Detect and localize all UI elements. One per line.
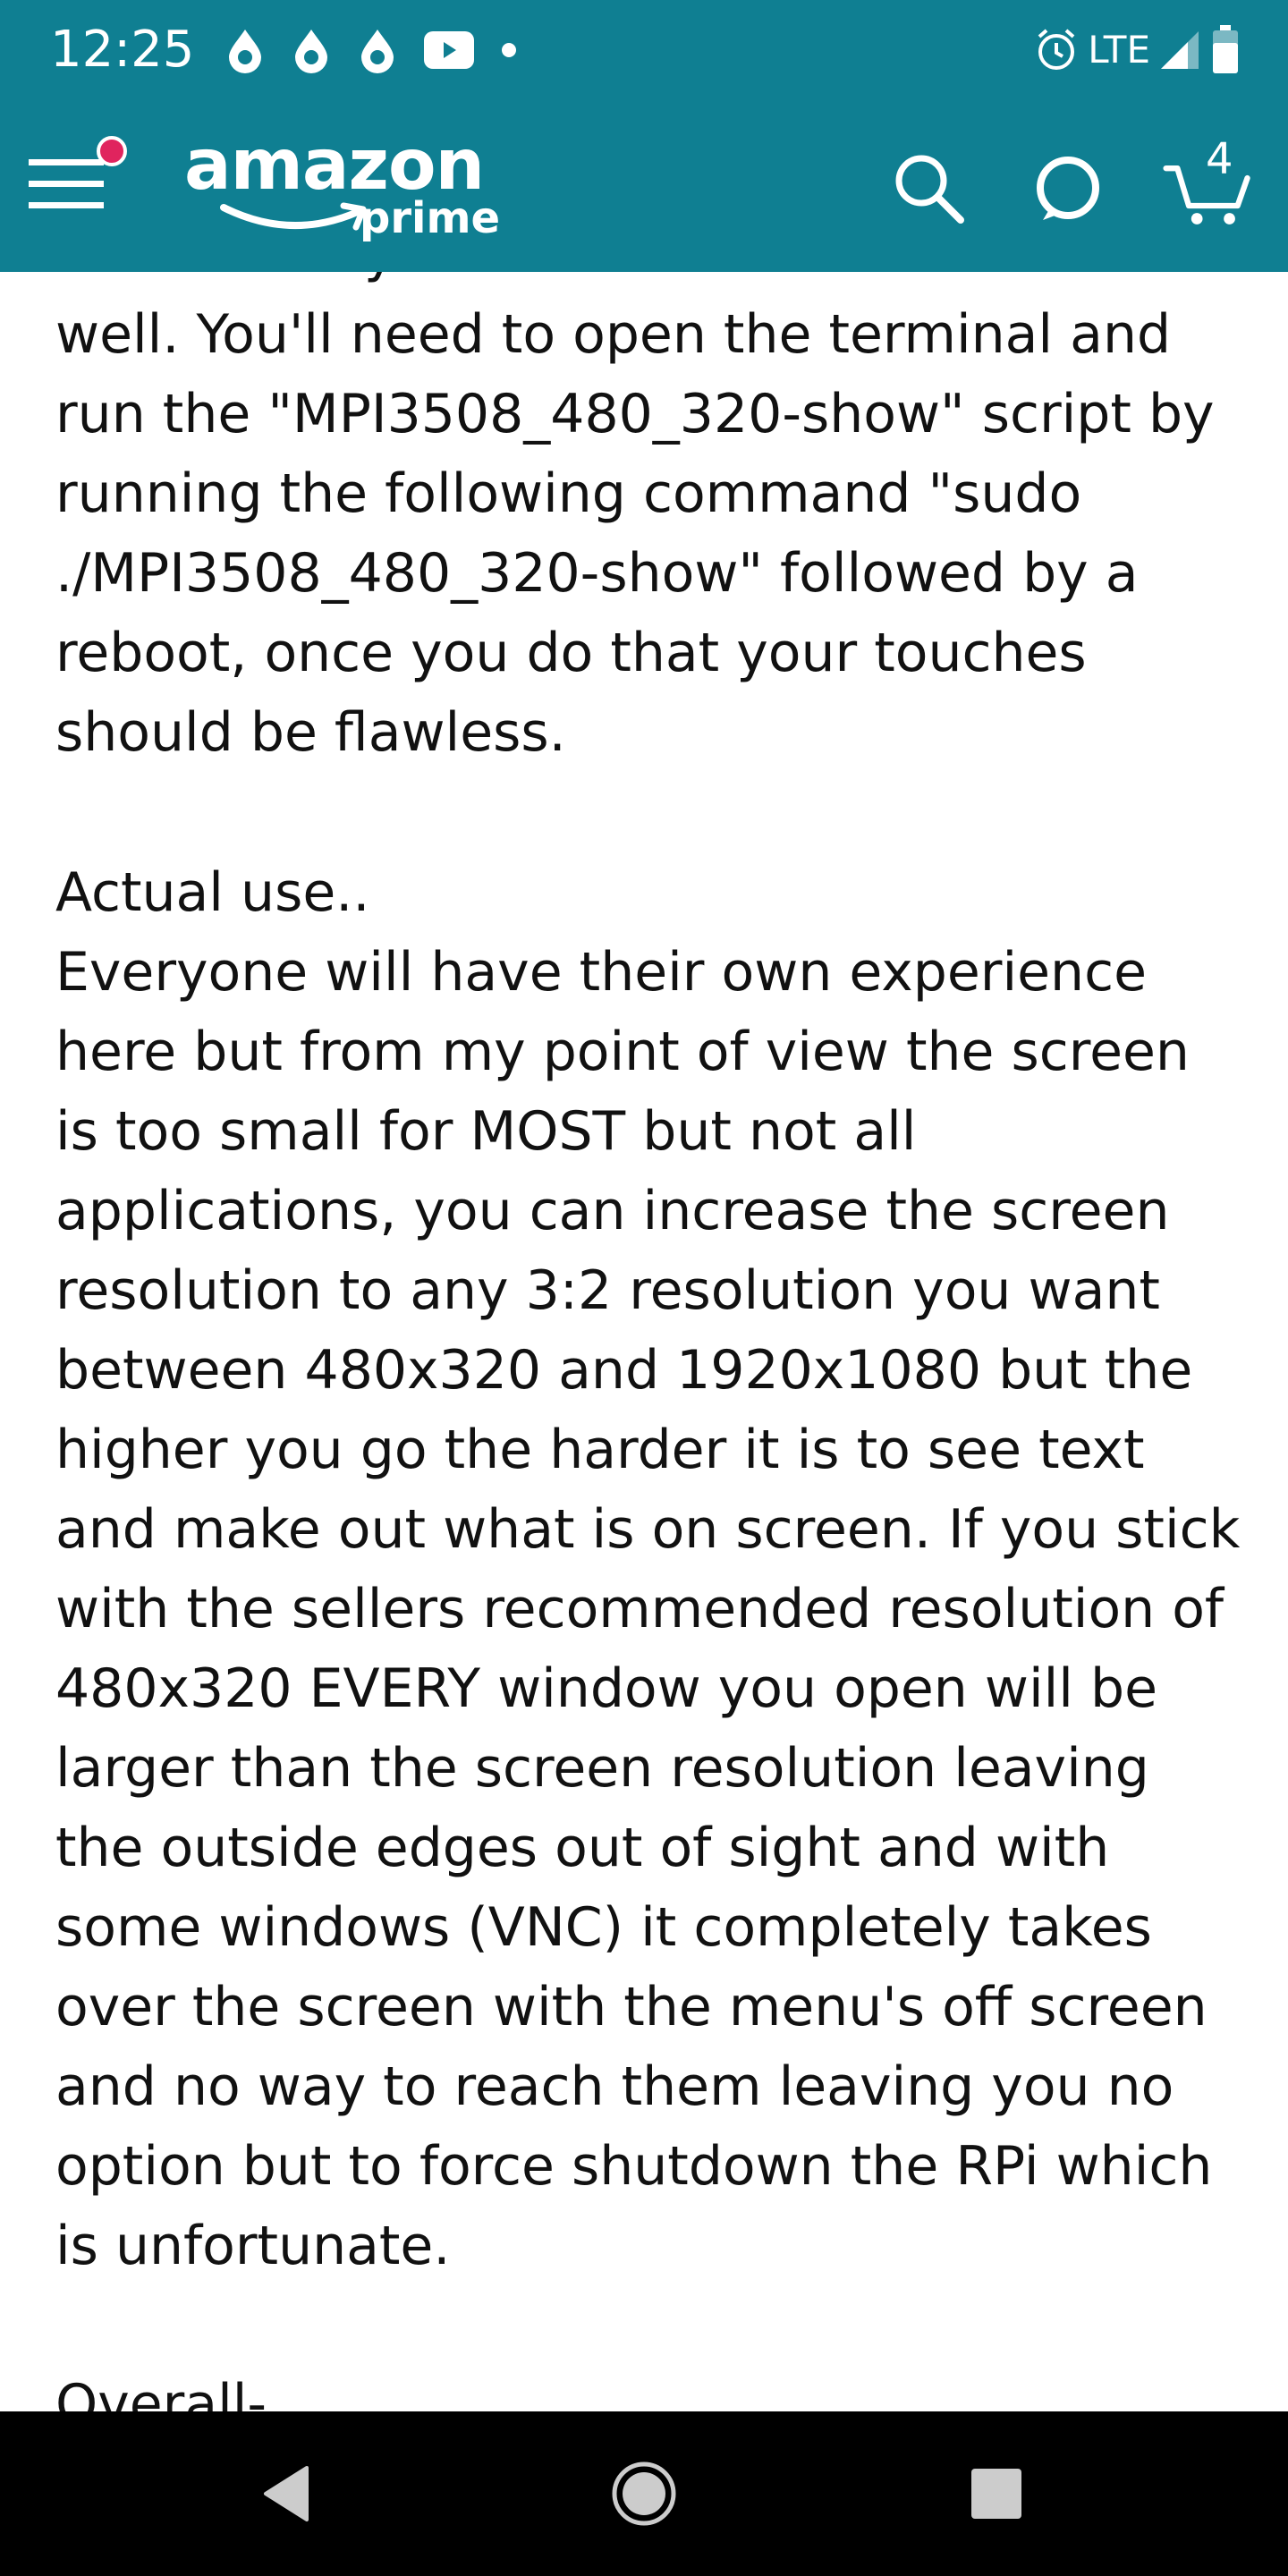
home-circle-icon — [612, 2462, 676, 2526]
smile-arrow-icon — [220, 202, 367, 231]
alexa-icon — [1037, 157, 1099, 220]
cart-count: 4 — [1206, 134, 1233, 184]
back-button[interactable] — [243, 2449, 333, 2538]
review-content[interactable]: notice that your touches are not calibra… — [0, 0, 1288, 2411]
review-actual-use-paragraph: Everyone will have their own experience … — [55, 941, 1241, 2277]
water-drop-icon — [295, 30, 327, 73]
header-actions: 4 — [884, 134, 1252, 242]
notification-icons — [225, 21, 517, 79]
water-drop-icon — [229, 30, 261, 73]
recents-button[interactable] — [952, 2449, 1041, 2538]
water-drop-icon — [361, 30, 394, 73]
youtube-icon — [424, 31, 474, 69]
recents-square-icon — [971, 2469, 1021, 2519]
search-icon — [895, 155, 964, 224]
search-button[interactable] — [884, 143, 973, 233]
status-bar: 12:25 LTE — [0, 0, 1288, 98]
amazon-prime-logo[interactable]: amazon prime — [184, 125, 542, 259]
app-header: amazon prime 4 — [0, 98, 1288, 272]
status-time: 12:25 — [50, 21, 195, 79]
signal-icon — [1161, 31, 1199, 69]
review-calibration-paragraph: well. You'll need to open the terminal a… — [55, 303, 1215, 764]
review-overall-heading: Overall- — [55, 2373, 267, 2411]
amazon-app-screen: notice that your touches are not calibra… — [0, 0, 1288, 2576]
network-type-label: LTE — [1088, 28, 1150, 72]
alarm-clock-icon — [1038, 29, 1075, 70]
home-button[interactable] — [599, 2449, 689, 2538]
dot-icon — [502, 43, 516, 57]
navigation-bar — [0, 2411, 1288, 2576]
status-indicators: LTE — [1034, 20, 1241, 80]
cart-button[interactable]: 4 — [1163, 134, 1252, 233]
menu-button[interactable] — [27, 134, 134, 233]
review-actual-use-heading: Actual use.. — [55, 861, 370, 924]
logo-subtext: prime — [360, 193, 501, 243]
notification-badge — [97, 136, 127, 166]
back-triangle-icon — [264, 2466, 309, 2521]
alexa-button[interactable] — [1023, 143, 1113, 233]
battery-icon — [1213, 25, 1238, 73]
